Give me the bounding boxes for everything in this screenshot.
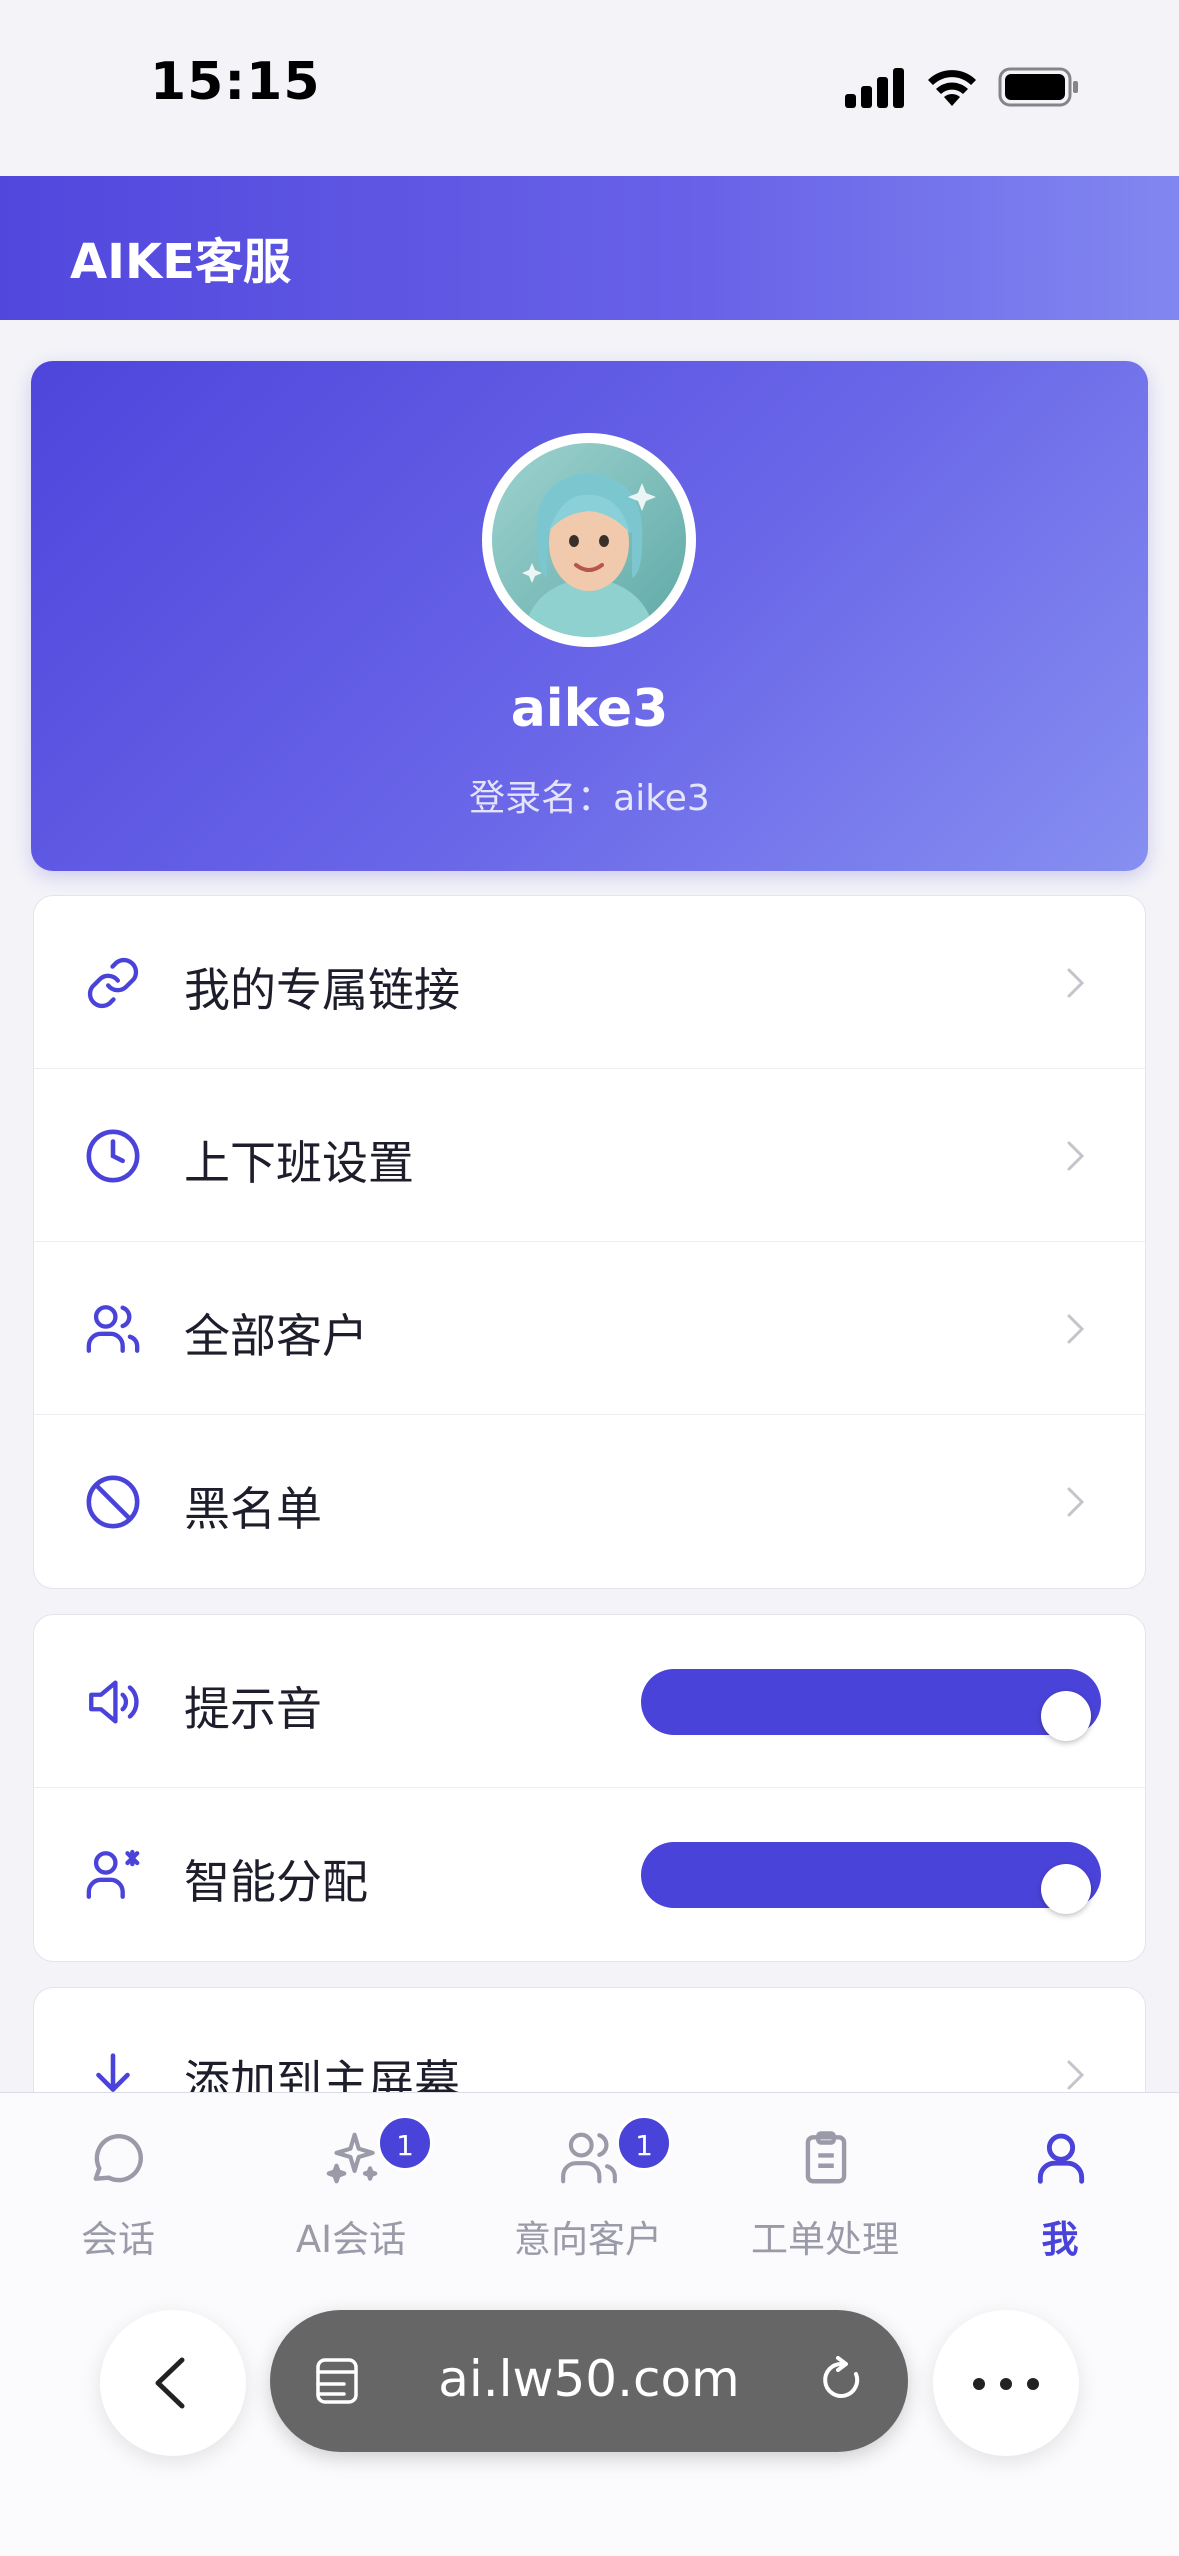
ai-chat-badge: 1 — [377, 2115, 433, 2171]
status-bar: 15:15 — [0, 0, 1179, 176]
menu-item-label: 黑名单 — [184, 1482, 322, 1536]
chevron-right-icon — [1067, 2060, 1085, 2090]
tab-label: 意向客户 — [514, 2218, 662, 2261]
dot — [1027, 2378, 1039, 2390]
ban-icon — [86, 1475, 140, 1529]
menu-item-label: 上下班设置 — [184, 1136, 414, 1190]
clipboard-icon — [805, 2131, 847, 2184]
app-title: AIKE客服 — [70, 234, 291, 290]
chevron-right-icon — [1067, 1141, 1085, 1171]
tab-label: AI会话 — [295, 2218, 407, 2261]
users-icon — [86, 1305, 140, 1353]
sparkle-icon — [326, 2132, 378, 2184]
tab-ai-chat[interactable]: 1 AI会话 — [251, 2115, 451, 2273]
avatar[interactable] — [482, 433, 696, 647]
status-time: 15:15 — [150, 52, 321, 112]
chevron-right-icon — [1067, 968, 1085, 998]
speaker-icon — [89, 1680, 139, 1724]
menu-item-label: 全部客户 — [184, 1309, 368, 1363]
notification-sound-toggle[interactable] — [641, 1669, 1101, 1741]
tab-label: 工单处理 — [751, 2218, 899, 2261]
avatar-image — [492, 443, 686, 637]
dot — [1000, 2378, 1012, 2390]
profile-name: aike3 — [510, 679, 669, 739]
tab-work-orders[interactable]: 工单处理 — [725, 2123, 925, 2273]
browser-url-text: ai.lw50.com — [438, 2350, 740, 2408]
browser-url-bar[interactable]: ai.lw50.com — [270, 2310, 908, 2452]
chevron-right-icon — [1067, 1487, 1085, 1517]
cellular-signal-icon — [845, 66, 905, 108]
setting-label: 智能分配 — [184, 1855, 368, 1909]
toggle-knob — [1041, 1864, 1091, 1914]
setting-notification-sound: 提示音 — [34, 1615, 1145, 1788]
clock-icon — [86, 1129, 140, 1183]
person-icon — [1037, 2133, 1085, 2184]
menu-item-label: 我的专属链接 — [184, 963, 460, 1017]
reload-icon[interactable] — [816, 2354, 868, 2408]
prospective-customers-badge: 1 — [616, 2115, 672, 2171]
menu-item-all-customers[interactable]: 全部客户 — [34, 1242, 1145, 1415]
tab-me[interactable]: 我 — [960, 2123, 1160, 2273]
setting-label: 提示音 — [184, 1682, 322, 1736]
menu-item-exclusive-link[interactable]: 我的专属链接 — [34, 896, 1145, 1069]
tab-chat[interactable]: 会话 — [18, 2123, 218, 2273]
tab-prospective-customers[interactable]: 1 意向客户 — [488, 2115, 688, 2273]
wifi-icon — [928, 70, 976, 106]
users-icon — [561, 2132, 617, 2184]
app-header: AIKE客服 — [0, 176, 1179, 320]
link-icon — [87, 957, 139, 1009]
chevron-right-icon — [1067, 1314, 1085, 1344]
profile-card: aike3 登录名：aike3 — [31, 361, 1148, 871]
browser-back-button[interactable] — [100, 2310, 246, 2456]
menu-item-blacklist[interactable]: 黑名单 — [34, 1415, 1145, 1588]
chat-bubble-icon — [93, 2134, 143, 2183]
toggle-knob — [1041, 1691, 1091, 1741]
menu-item-shift-settings[interactable]: 上下班设置 — [34, 1069, 1145, 1242]
battery-icon — [998, 67, 1078, 107]
profile-login-name: 登录名：aike3 — [469, 778, 710, 819]
chevron-left-icon — [155, 2357, 185, 2409]
dot — [973, 2378, 985, 2390]
menu-group-toggles: 提示音 智能分配 — [33, 1614, 1146, 1962]
tab-label: 我 — [1041, 2218, 1079, 2261]
smart-assignment-toggle[interactable] — [641, 1842, 1101, 1914]
browser-more-button[interactable] — [933, 2310, 1079, 2456]
setting-smart-assignment: 智能分配 — [34, 1788, 1145, 1961]
tab-label: 会话 — [81, 2218, 155, 2261]
user-assign-icon — [86, 1849, 140, 1899]
menu-group-primary: 我的专属链接 上下班设置 全部客户 黑名单 — [33, 895, 1146, 1589]
